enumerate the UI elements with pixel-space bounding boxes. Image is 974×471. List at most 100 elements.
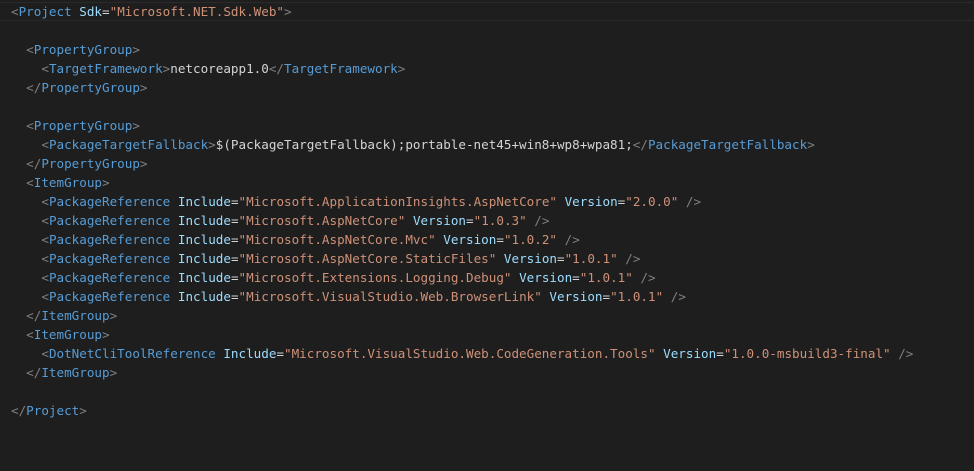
code-line[interactable]: <Project Sdk="Microsoft.NET.Sdk.Web">	[11, 2, 913, 21]
code-line[interactable]: <PackageTargetFallback>$(PackageTargetFa…	[11, 135, 913, 154]
code-line[interactable]: </PropertyGroup>	[11, 78, 913, 97]
code-line[interactable]: <TargetFramework>netcoreapp1.0</TargetFr…	[11, 59, 913, 78]
xml-tag-name: PackageTargetFallback	[48, 137, 209, 152]
xml-tag-name: PackageTargetFallback	[647, 137, 808, 152]
xml-attribute-value: "Microsoft.AspNetCore.StaticFiles"	[238, 251, 497, 266]
xml-attribute-name: Include	[177, 213, 231, 228]
xml-tag-name: ItemGroup	[33, 175, 103, 190]
xml-bracket: >	[807, 137, 815, 152]
code-line[interactable]: <PackageReference Include="Microsoft.Vis…	[11, 287, 913, 306]
xml-bracket: <	[41, 61, 49, 76]
code-line[interactable]: <PackageReference Include="Microsoft.App…	[11, 192, 913, 211]
xml-equals: =	[230, 194, 239, 209]
code-line[interactable]: </ItemGroup>	[11, 306, 913, 325]
xml-tag-name: TargetFramework	[284, 61, 398, 76]
code-line[interactable]: <PackageReference Include="Microsoft.Asp…	[11, 211, 913, 230]
xml-attribute-value: "Microsoft.ApplicationInsights.AspNetCor…	[238, 194, 557, 209]
xml-bracket: >	[102, 175, 110, 190]
xml-bracket: >	[284, 4, 292, 19]
code-editor[interactable]: <Project Sdk="Microsoft.NET.Sdk.Web">​ <…	[0, 0, 974, 471]
xml-bracket: <	[41, 194, 49, 209]
xml-bracket: <	[41, 137, 49, 152]
xml-attribute-name: Version	[564, 194, 618, 209]
code-line[interactable]: ​	[11, 21, 913, 40]
xml-bracket: <	[41, 232, 49, 247]
xml-tag-name: ItemGroup	[33, 327, 103, 342]
xml-bracket: <	[41, 346, 49, 361]
code-line[interactable]: <DotNetCliToolReference Include="Microso…	[11, 344, 913, 363]
xml-equals: =	[496, 232, 504, 247]
code-line[interactable]: <PropertyGroup>	[11, 40, 913, 59]
code-line[interactable]: <ItemGroup>	[11, 173, 913, 192]
xml-bracket: >	[109, 308, 118, 323]
xml-tag-name: Project	[18, 4, 72, 19]
xml-attribute-name: Version	[519, 270, 573, 285]
xml-attribute-name: Version	[503, 251, 557, 266]
xml-attribute-name: Version	[443, 232, 497, 247]
xml-bracket: <	[41, 270, 49, 285]
xml-bracket: >	[109, 365, 118, 380]
code-line[interactable]: <ItemGroup>	[11, 325, 913, 344]
xml-equals: =	[230, 270, 239, 285]
xml-tag-name: TargetFramework	[48, 61, 163, 76]
code-line[interactable]: ​	[11, 382, 913, 401]
xml-bracket: </	[26, 308, 42, 323]
xml-attribute-name: Version	[412, 213, 467, 228]
xml-tag-name: PropertyGroup	[33, 118, 133, 133]
xml-attribute-value: "1.0.1"	[610, 289, 664, 304]
xml-attribute-name: Include	[223, 346, 277, 361]
xml-equals: =	[230, 232, 239, 247]
code-line[interactable]: <PropertyGroup>	[11, 116, 913, 135]
xml-attribute-value: "1.0.0-msbuild3-final"	[723, 346, 891, 361]
xml-bracket: >	[132, 118, 140, 133]
xml-bracket: <	[26, 118, 34, 133]
xml-equals: =	[276, 346, 285, 361]
xml-tag-name: PropertyGroup	[41, 156, 140, 171]
code-line[interactable]: <PackageReference Include="Microsoft.Ext…	[11, 268, 913, 287]
code-line[interactable]: </PropertyGroup>	[11, 154, 913, 173]
xml-equals: =	[602, 289, 611, 304]
xml-bracket: >	[102, 327, 110, 342]
xml-equals: =	[716, 346, 724, 361]
xml-bracket: <	[41, 289, 49, 304]
xml-bracket: />	[898, 346, 914, 361]
xml-tag-name: DotNetCliToolReference	[48, 346, 216, 361]
code-line[interactable]: <PackageReference Include="Microsoft.Asp…	[11, 230, 913, 249]
xml-tag-name: PropertyGroup	[33, 42, 133, 57]
code-line[interactable]: ​	[11, 97, 913, 116]
xml-bracket: />	[625, 251, 641, 266]
xml-attribute-name: Include	[177, 194, 231, 209]
xml-element-text: netcoreapp1.0	[170, 61, 269, 76]
code-text-area[interactable]: <Project Sdk="Microsoft.NET.Sdk.Web">​ <…	[11, 2, 913, 420]
code-line[interactable]: <PackageReference Include="Microsoft.Asp…	[11, 249, 913, 268]
xml-bracket: <	[26, 327, 34, 342]
code-line[interactable]: </Project>	[11, 401, 913, 420]
xml-equals: =	[230, 289, 239, 304]
xml-equals: =	[557, 251, 565, 266]
xml-bracket: >	[139, 80, 148, 95]
xml-attribute-value: "Microsoft.AspNetCore"	[238, 213, 406, 228]
xml-bracket: />	[534, 213, 550, 228]
xml-attribute-name: Version	[663, 346, 717, 361]
code-line[interactable]: </ItemGroup>	[11, 363, 913, 382]
xml-tag-name: ItemGroup	[41, 308, 110, 323]
xml-bracket: <	[26, 175, 34, 190]
